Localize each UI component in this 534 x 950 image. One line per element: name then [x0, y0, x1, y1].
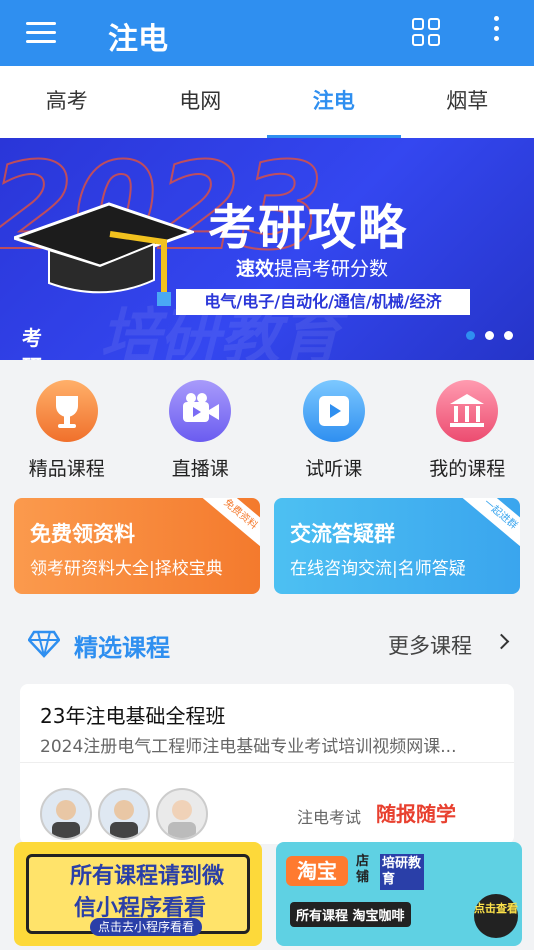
banner-dot[interactable] [485, 331, 494, 340]
course-title: 23年注电基础全程班 [40, 704, 226, 728]
banner-subline: 速效提高考研分数 [236, 254, 388, 281]
quick-links: 精品课程 直播课 试听课 我的课程 [0, 360, 534, 485]
quick-link-trial-class[interactable]: 试听课 [267, 360, 401, 485]
course-tag: 随报随学 [376, 802, 456, 826]
ad-tagline: 所有课程 淘宝咖啡 [290, 902, 411, 927]
more-courses-link[interactable]: 更多课程 [388, 630, 472, 660]
ad-taobao-store[interactable]: 淘宝 店铺 培研教育 所有课程 淘宝咖啡 点击查看 [276, 842, 522, 946]
avatar [98, 788, 150, 840]
app-header: 注电 [0, 0, 534, 66]
ad-button[interactable]: 点击去小程序看看 [90, 918, 203, 936]
promo-corner-badge: 一起进群 [462, 498, 520, 550]
graduation-cap-icon [14, 202, 194, 306]
ad-line1: 所有课程请到微 [70, 864, 225, 889]
section-header: 精选课程 更多课程 [0, 610, 534, 678]
quick-link-label: 我的课程 [429, 458, 506, 480]
hamburger-icon[interactable] [26, 22, 56, 44]
ad-button[interactable]: 点击查看 [474, 894, 518, 938]
more-vertical-icon[interactable] [494, 16, 502, 46]
quick-link-label: 精品课程 [28, 458, 105, 480]
grid-icon[interactable] [412, 18, 440, 46]
course-desc: 2024注册电气工程师注电基础专业考试培训视频网课... [40, 737, 457, 757]
tab-yancao[interactable]: 烟草 [401, 66, 534, 138]
trophy-icon [35, 380, 98, 442]
tab-dianwang[interactable]: 电网 [134, 66, 268, 138]
chevron-right-icon[interactable] [493, 633, 510, 650]
promo-qa-group[interactable]: 交流答疑群 在线咨询交流|名师答疑 一起进群 [274, 498, 520, 594]
page-title: 注电 [108, 22, 168, 57]
banner-dot[interactable] [504, 331, 513, 340]
quick-link-my-courses[interactable]: 我的课程 [401, 360, 534, 485]
banner-headline: 考研攻略 [208, 200, 409, 256]
banner-pagination [466, 331, 513, 340]
ad-store-name: 培研教育 [380, 854, 424, 890]
banner-sub-rest: 提高考研分数 [274, 258, 389, 280]
promo-corner-badge: 免费资料 [202, 498, 260, 550]
promo-free-materials[interactable]: 免费领资料 领考研资料大全|择校宝典 免费资料 [14, 498, 260, 594]
quick-link-premium-courses[interactable]: 精品课程 [0, 360, 134, 485]
category-tabs: 高考 电网 注电 烟草 [0, 66, 534, 138]
ad-store: 店铺 [356, 854, 370, 885]
play-video-icon [302, 380, 365, 442]
promo-title: 免费领资料 [30, 522, 135, 546]
banner-dot-active[interactable] [466, 331, 475, 340]
banner-sub-bold: 速效 [236, 258, 275, 280]
quick-link-live-class[interactable]: 直播课 [134, 360, 268, 485]
library-icon [436, 380, 499, 442]
avatar [156, 788, 208, 840]
divider [20, 762, 514, 763]
course-category: 注电考试 [297, 808, 362, 827]
avatar [40, 788, 92, 840]
tab-zhudian[interactable]: 注电 [267, 66, 401, 138]
promo-subtitle: 领考研资料大全|择校宝典 [30, 559, 223, 579]
section-title: 精选课程 [74, 634, 170, 662]
banner-subjects: 电气/电子/自动化/通信/机械/经济 [176, 289, 470, 315]
ad-brand: 淘宝 [286, 856, 348, 886]
quick-link-label: 直播课 [171, 458, 229, 480]
video-camera-icon [169, 380, 232, 442]
promo-title: 交流答疑群 [290, 522, 395, 546]
promo-subtitle: 在线咨询交流|名师答疑 [290, 559, 466, 579]
tab-gaokao[interactable]: 高考 [0, 66, 134, 138]
course-card[interactable]: 23年注电基础全程班 2024注册电气工程师注电基础专业考试培训视频网课... … [20, 684, 514, 844]
ad-mini-program[interactable]: 所有课程请到微 信小程序看看 点击去小程序看看 [14, 842, 262, 946]
quick-link-label: 试听课 [305, 458, 363, 480]
diamond-icon [28, 630, 60, 658]
